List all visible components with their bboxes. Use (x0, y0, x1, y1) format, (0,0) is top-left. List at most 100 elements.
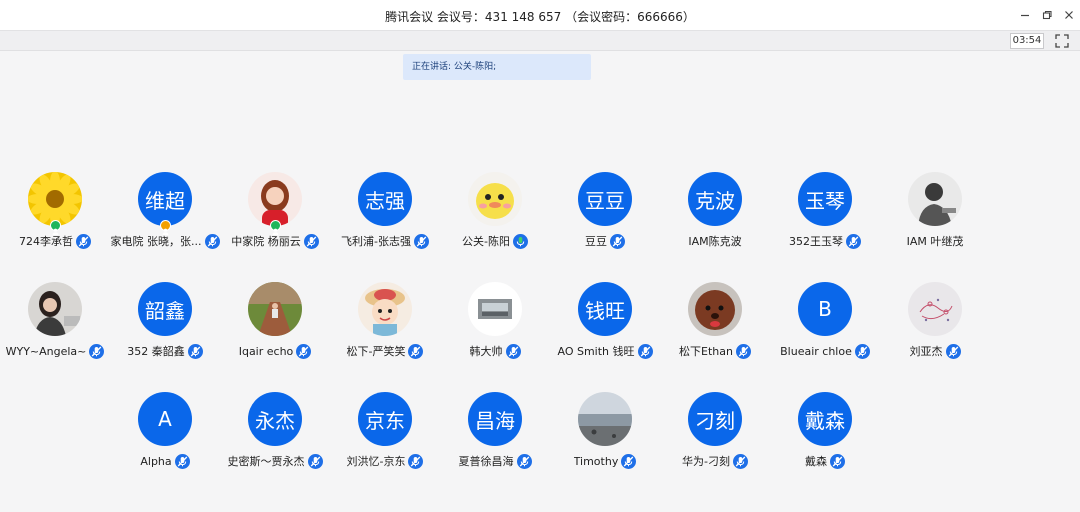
mic-muted-icon[interactable] (408, 343, 424, 359)
participant-name: 松下-严笑笑 (346, 345, 406, 358)
mic-active-icon[interactable] (512, 233, 528, 249)
participant-name-row: 史密斯～贾永杰 (220, 453, 330, 469)
mic-muted-icon[interactable] (516, 453, 532, 469)
avatar (248, 172, 302, 226)
participant-tile[interactable]: 松下Ethan (660, 282, 770, 362)
speaking-label: 正在讲话: (412, 62, 454, 72)
participant-name-row: 724李承哲 (0, 233, 110, 249)
mic-muted-icon[interactable] (307, 453, 323, 469)
avatar (28, 282, 82, 336)
avatar: 韶鑫 (138, 282, 192, 336)
participant-name: 家电院 张晓，张... (110, 235, 202, 248)
mic-muted-icon[interactable] (296, 343, 312, 359)
participant-name-row: 豆豆 (550, 233, 660, 249)
participant-tile[interactable]: Iqair echo (220, 282, 330, 362)
avatar: 玉琴 (798, 172, 852, 226)
host-badge-icon (160, 220, 171, 235)
participant-name: 戴森 (805, 455, 827, 468)
participant-tile[interactable]: Timothy (550, 392, 660, 472)
participant-tile[interactable]: 京东 刘洪忆-京东 (330, 392, 440, 472)
participant-tile[interactable]: 724李承哲 (0, 172, 110, 252)
participant-tile[interactable]: 中家院 杨丽云 (220, 172, 330, 252)
participant-name: 刘亚杰 (909, 345, 943, 358)
avatar: A (138, 392, 192, 446)
participant-tile[interactable]: 松下-严笑笑 (330, 282, 440, 362)
mic-muted-icon[interactable] (854, 343, 870, 359)
mic-muted-icon[interactable] (735, 343, 751, 359)
meeting-timer: 03:54 (1010, 33, 1044, 49)
participant-tile[interactable]: 钱旺 AO Smith 钱旺 (550, 282, 660, 362)
mic-muted-icon[interactable] (89, 343, 105, 359)
close-icon[interactable] (1058, 6, 1080, 24)
fullscreen-icon[interactable] (1054, 33, 1070, 49)
participant-name-row: 华为-刁刻 (660, 453, 770, 469)
participant-name-row: Timothy (550, 453, 660, 469)
mic-muted-icon[interactable] (204, 233, 220, 249)
participant-name-row: 家电院 张晓，张... (110, 233, 220, 249)
participant-tile[interactable]: 维超家电院 张晓，张... (110, 172, 220, 252)
avatar: 昌海 (468, 392, 522, 446)
avatar: 刁刻 (688, 392, 742, 446)
mic-muted-icon[interactable] (846, 233, 861, 249)
avatar: 钱旺 (578, 282, 632, 336)
participant-tile[interactable]: WYY~Angela~ (0, 282, 110, 362)
avatar: 克波 (688, 172, 742, 226)
mic-muted-icon[interactable] (303, 233, 319, 249)
participant-tile[interactable]: 永杰史密斯～贾永杰 (220, 392, 330, 472)
participant-name-row: 刘亚杰 (880, 343, 990, 359)
participant-name-row: 松下Ethan (660, 343, 770, 359)
avatar (908, 282, 962, 336)
participant-name-row: 352王玉琴 (770, 233, 880, 249)
participant-name: Timothy (573, 454, 619, 468)
participant-tile[interactable]: B Blueair chloe (770, 282, 880, 362)
participant-name-row: Alpha (110, 453, 220, 469)
participant-name-row: 中家院 杨丽云 (220, 233, 330, 249)
mic-muted-icon[interactable] (187, 343, 203, 359)
participant-name-row: Blueair chloe (770, 343, 880, 359)
mic-muted-icon[interactable] (732, 453, 748, 469)
mic-muted-icon[interactable] (408, 453, 424, 469)
avatar: 永杰 (248, 392, 302, 446)
participant-tile[interactable]: 昌海夏普徐昌海 (440, 392, 550, 472)
mic-muted-icon[interactable] (413, 233, 429, 249)
mic-muted-icon[interactable] (505, 343, 521, 359)
mic-muted-icon[interactable] (621, 453, 637, 469)
participant-name-row: 352 秦韶鑫 (110, 343, 220, 359)
participant-name: Alpha (140, 454, 172, 468)
restore-icon[interactable] (1036, 6, 1058, 24)
participant-name: 飞利浦-张志强 (341, 235, 411, 248)
participant-tile[interactable]: 公关-陈阳 (440, 172, 550, 252)
participant-tile[interactable]: IAM 叶继茂 (880, 172, 990, 252)
participant-name: 夏普徐昌海 (458, 455, 514, 468)
speaking-name: 公关-陈阳; (453, 62, 497, 72)
participant-tile[interactable]: 刁刻华为-刁刻 (660, 392, 770, 472)
title-bar: 腾讯会议 会议号：431 148 657 （会议密码：666666） (0, 0, 1080, 31)
participant-tile[interactable]: 韩大帅 (440, 282, 550, 362)
mic-muted-icon[interactable] (76, 233, 91, 249)
mic-muted-icon[interactable] (830, 453, 845, 469)
participant-tile[interactable]: 克波 IAM陈克波 (660, 172, 770, 252)
participant-tile[interactable]: A Alpha (110, 392, 220, 472)
participant-name-row: 飞利浦-张志强 (330, 233, 440, 249)
avatar: 维超 (138, 172, 192, 226)
participant-name: 华为-刁刻 (682, 455, 730, 468)
mic-muted-icon[interactable] (637, 343, 653, 359)
participant-tile[interactable]: 戴森 戴森 (770, 392, 880, 472)
participant-tile[interactable]: 玉琴 352王玉琴 (770, 172, 880, 252)
participant-name-row: Iqair echo (220, 343, 330, 359)
avatar: 京东 (358, 392, 412, 446)
avatar (688, 282, 742, 336)
participant-tile[interactable]: 志强 飞利浦-张志强 (330, 172, 440, 252)
participant-tile[interactable]: 韶鑫 352 秦韶鑫 (110, 282, 220, 362)
participant-name: IAM陈克波 (688, 235, 742, 248)
participant-tile[interactable]: 豆豆 豆豆 (550, 172, 660, 252)
avatar (358, 282, 412, 336)
avatar: 戴森 (798, 392, 852, 446)
avatar (468, 172, 522, 226)
participant-name: WYY~Angela~ (5, 344, 87, 358)
mic-muted-icon[interactable] (174, 453, 190, 469)
mic-muted-icon[interactable] (945, 343, 961, 359)
minimize-icon[interactable] (1014, 6, 1036, 24)
mic-muted-icon[interactable] (610, 233, 625, 249)
participant-tile[interactable]: 刘亚杰 (880, 282, 990, 362)
